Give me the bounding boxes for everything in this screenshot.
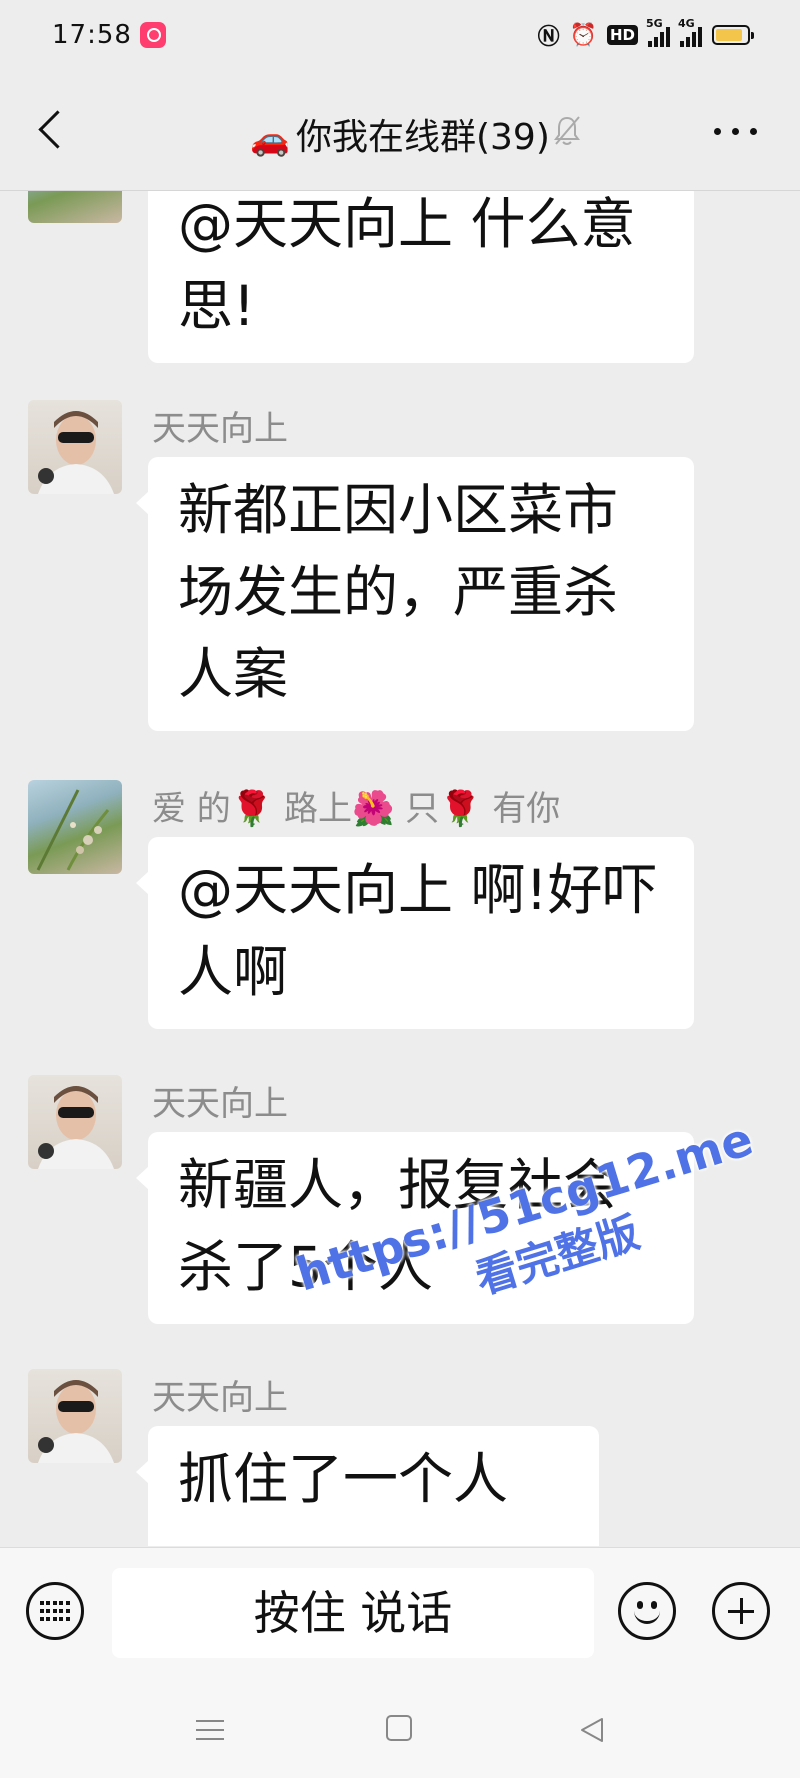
- keyboard-toggle-button[interactable]: [26, 1582, 84, 1640]
- emoji-button[interactable]: [618, 1582, 676, 1640]
- message-bubble[interactable]: 抓住了一个人: [136, 1426, 599, 1546]
- message-list[interactable]: @天天向上 什么意思! 天天向上 新都正因小区菜市场发生的，严重杀人案 爱 的🌹…: [0, 191, 800, 1546]
- sender-name: 爱 的🌹 路上🌺 只🌹 有你: [152, 789, 561, 829]
- input-bar: 按住 说话: [0, 1547, 800, 1682]
- keyboard-icon: [40, 1601, 70, 1623]
- smile-icon: [634, 1611, 660, 1624]
- group-name: 你我在线群(39): [295, 117, 550, 158]
- battery-icon: [712, 25, 754, 45]
- sender-avatar[interactable]: [28, 1369, 122, 1463]
- hold-to-talk-button[interactable]: 按住 说话: [112, 1568, 594, 1658]
- mute-bell-icon: [552, 114, 582, 148]
- sender-avatar[interactable]: [28, 780, 122, 874]
- sender-avatar[interactable]: [28, 191, 122, 223]
- message-bubble[interactable]: 新疆人，报复社会杀了5个人: [136, 1132, 694, 1324]
- hd-icon: HD: [606, 25, 638, 45]
- 4g-signal-icon: 4G: [678, 17, 702, 47]
- message-text: 新都正因小区菜市场发生的，严重杀人案: [178, 478, 619, 706]
- sender-name: 天天向上: [152, 1378, 288, 1418]
- sender-name: 天天向上: [152, 1084, 288, 1124]
- more-actions-button[interactable]: [712, 1582, 770, 1640]
- sender-name: 天天向上: [152, 409, 288, 449]
- message-bubble[interactable]: @天天向上 啊!好吓人啊: [136, 837, 694, 1029]
- home-button[interactable]: [386, 1715, 412, 1741]
- 5g-signal-icon: 5G: [646, 17, 670, 47]
- message-text: 抓住了一个人: [178, 1447, 509, 1511]
- message-bubble[interactable]: @天天向上 什么意思!: [148, 191, 694, 363]
- sender-avatar[interactable]: [28, 400, 122, 494]
- 4g-label: 4G: [678, 17, 695, 30]
- car-emoji-icon: 🚗: [250, 120, 290, 158]
- message-text: 新疆人，报复社会杀了5个人: [178, 1153, 619, 1299]
- recent-apps-button[interactable]: [196, 1718, 224, 1742]
- sender-avatar[interactable]: [28, 1075, 122, 1169]
- nfc-icon: Ⓝ: [537, 25, 560, 50]
- chat-title: 🚗 你我在线群(39): [0, 108, 800, 160]
- system-nav-bar: [0, 1682, 800, 1778]
- chat-header: 🚗 你我在线群(39): [0, 72, 800, 191]
- status-bar: 17:58 Ⓝ ⏰ HD 5G 4G: [0, 0, 800, 72]
- alarm-icon: ⏰: [569, 22, 597, 48]
- message-bubble[interactable]: 新都正因小区菜市场发生的，严重杀人案: [136, 457, 694, 731]
- notification-app-icon: [140, 22, 166, 48]
- more-options-button[interactable]: [710, 116, 762, 146]
- message-text: @天天向上 什么意思!: [178, 192, 636, 338]
- 5g-label: 5G: [646, 17, 663, 30]
- status-time: 17:58: [52, 20, 132, 50]
- status-icons: Ⓝ ⏰ HD 5G 4G: [537, 17, 754, 52]
- message-text: @天天向上 啊!好吓人啊: [178, 858, 658, 1004]
